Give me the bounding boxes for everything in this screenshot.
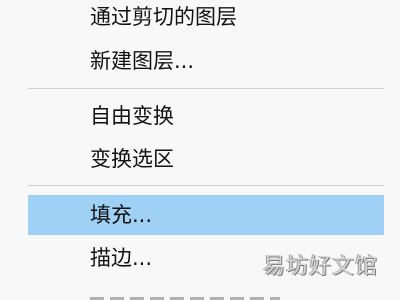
menu-item-transform-selection[interactable]: 变换选区	[0, 139, 384, 179]
context-menu: 通过剪切的图层 新建图层... 自由变换 变换选区 填充... 描边... 易坊…	[0, 0, 400, 300]
menu-separator	[28, 185, 384, 186]
watermark: 易坊好文馆	[262, 254, 378, 279]
menu-separator	[28, 88, 384, 89]
menu-item-partial	[90, 292, 290, 300]
menu-item-free-transform[interactable]: 自由变换	[0, 96, 384, 136]
menu-item-cut-layer[interactable]: 通过剪切的图层	[0, 0, 384, 37]
menu-item-fill[interactable]: 填充...	[28, 195, 384, 235]
menu-item-new-layer[interactable]: 新建图层...	[0, 41, 384, 81]
